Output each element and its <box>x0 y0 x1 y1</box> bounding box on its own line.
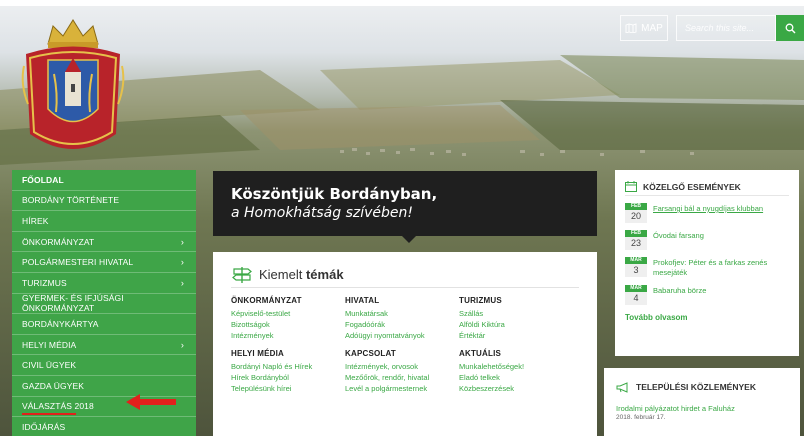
search-button[interactable] <box>776 15 804 41</box>
events-title: KÖZELGŐ ESEMÉNYEK <box>643 181 741 192</box>
topic-link[interactable]: Közbeszerzések <box>459 383 579 394</box>
event-date: MÁR 3 <box>625 257 647 278</box>
nav-item-civil-ugyek[interactable]: CIVIL ÜGYEK <box>12 355 196 376</box>
chevron-right-icon: › <box>180 339 184 350</box>
nav-item-gyermek-ifjusagi[interactable]: GYERMEK- ÉS IFJÚSÁGI ÖNKORMÁNYZAT <box>12 293 196 315</box>
topic-link[interactable]: Munkalehetőségek! <box>459 361 579 372</box>
topic-link[interactable]: Hírek Bordányból <box>231 372 345 383</box>
chevron-right-icon: › <box>180 236 184 247</box>
banner-pointer <box>402 236 416 243</box>
nav-item-polgarmesteri-hivatal[interactable]: POLGÁRMESTERI HIVATAL › <box>12 252 196 273</box>
welcome-heading: Köszöntjük Bordányban, <box>231 185 438 203</box>
event-date: MÁR 4 <box>625 285 647 305</box>
nav-item-hirek[interactable]: HÍREK <box>12 211 196 232</box>
event-date: FEB 23 <box>625 230 647 250</box>
nav-item-idojaras[interactable]: IDŐJÁRÁS <box>12 417 196 436</box>
event-title-link[interactable]: Óvodai farsang <box>653 230 704 250</box>
event-date: FEB 20 <box>625 203 647 223</box>
welcome-subheading: a Homokhátság szívében! <box>231 205 413 221</box>
highlight-underline <box>22 413 76 416</box>
topic-category-title: AKTUÁLIS <box>459 349 502 358</box>
topic-column: ÖNKORMÁNYZAT Képviselő-testület Bizottsá… <box>231 296 345 341</box>
nav-item-bordanykartya[interactable]: BORDÁNYKÁRTYA <box>12 314 196 335</box>
topic-link[interactable]: Munkatársak <box>345 308 459 319</box>
topic-column: HIVATAL Munkatársak Fogadóórák Adóügyi n… <box>345 296 459 341</box>
topic-category-title: KAPCSOLAT <box>345 349 396 358</box>
events-header: KÖZELGŐ ESEMÉNYEK <box>625 178 789 196</box>
topic-link[interactable]: Bizottságok <box>231 319 345 330</box>
topic-link[interactable]: Eladó telkek <box>459 372 579 383</box>
topic-column: AKTUÁLIS Munkalehetőségek! Eladó telkek … <box>459 349 579 394</box>
nav-item-fooldal[interactable]: FŐOLDAL <box>12 170 196 191</box>
topic-link[interactable]: Értéktár <box>459 330 579 341</box>
upcoming-events-panel: KÖZELGŐ ESEMÉNYEK FEB 20 Farsangi bál a … <box>615 170 799 356</box>
topic-column: KAPCSOLAT Intézmények, orvosok Mezőőrök,… <box>345 349 459 394</box>
topic-link[interactable]: Levél a polgármesternek <box>345 383 459 394</box>
welcome-banner: Köszöntjük Bordányban, a Homokhátság szí… <box>213 171 597 236</box>
event-title-link[interactable]: Babaruha börze <box>653 285 706 305</box>
event-item[interactable]: MÁR 3 Prokofjev: Péter és a farkas zenés… <box>625 257 789 278</box>
topic-category-title: TURIZMUS <box>459 296 502 305</box>
featured-topics-header: Kiemelt témák <box>231 262 579 288</box>
topic-category-title: HIVATAL <box>345 296 380 305</box>
chevron-right-icon: › <box>180 257 184 268</box>
megaphone-icon <box>616 381 628 393</box>
featured-topics-panel: Kiemelt témák ÖNKORMÁNYZAT Képviselő-tes… <box>213 252 597 436</box>
coat-of-arms-logo[interactable] <box>18 14 128 162</box>
topic-link[interactable]: Adóügyi nyomtatványok <box>345 330 459 341</box>
topic-link[interactable]: Bordányi Napló és Hírek <box>231 361 345 372</box>
event-title-link[interactable]: Farsangi bál a nyugdíjas klubban <box>653 203 763 223</box>
topic-link[interactable]: Mezőőrök, rendőr, hivatal <box>345 372 459 383</box>
map-label: MAP <box>641 22 663 34</box>
topic-link[interactable]: Képviselő-testület <box>231 308 345 319</box>
notice-date: 2018. február 17. <box>616 414 666 421</box>
notices-title: TELEPÜLÉSI KÖZLEMÉNYEK <box>636 382 756 392</box>
topic-link[interactable]: Intézmények, orvosok <box>345 361 459 372</box>
nav-item-bordany-tortenete[interactable]: BORDÁNY TÖRTÉNETE <box>12 191 196 212</box>
topics-grid: ÖNKORMÁNYZAT Képviselő-testület Bizottsá… <box>231 296 579 394</box>
red-arrow-annotation <box>126 394 176 410</box>
calendar-icon <box>625 181 637 192</box>
read-more-link[interactable]: Tovább olvasom <box>625 313 789 322</box>
search-icon <box>785 23 795 33</box>
event-item[interactable]: FEB 20 Farsangi bál a nyugdíjas klubban <box>625 203 789 223</box>
nav-item-turizmus[interactable]: TURIZMUS › <box>12 273 196 294</box>
featured-topics-title: Kiemelt témák <box>259 267 344 282</box>
topic-category-title: HELYI MÉDIA <box>231 349 285 358</box>
search-input[interactable] <box>676 15 776 41</box>
notices-panel: TELEPÜLÉSI KÖZLEMÉNYEK Irodalmi pályázat… <box>604 368 800 436</box>
nav-item-onkormanyzat[interactable]: ÖNKORMÁNYZAT › <box>12 232 196 253</box>
chevron-right-icon: › <box>180 277 184 288</box>
topic-link[interactable]: Intézmények <box>231 330 345 341</box>
event-item[interactable]: MÁR 4 Babaruha börze <box>625 285 789 305</box>
signpost-icon <box>232 266 252 283</box>
topic-column: HELYI MÉDIA Bordányi Napló és Hírek Híre… <box>231 349 345 394</box>
notices-header: TELEPÜLÉSI KÖZLEMÉNYEK <box>616 378 788 396</box>
nav-item-helyi-media[interactable]: HELYI MÉDIA › <box>12 335 196 356</box>
map-button[interactable]: MAP <box>620 15 668 41</box>
topic-link[interactable]: Szállás <box>459 308 579 319</box>
notice-link[interactable]: Irodalmi pályázatot hirdet a Faluház <box>616 404 788 414</box>
topic-link[interactable]: Településünk hírei <box>231 383 345 394</box>
top-strip <box>0 0 804 6</box>
event-item[interactable]: FEB 23 Óvodai farsang <box>625 230 789 250</box>
topic-category-title: ÖNKORMÁNYZAT <box>231 296 302 305</box>
topic-link[interactable]: Alföldi Kiktúra <box>459 319 579 330</box>
topic-link[interactable]: Fogadóórák <box>345 319 459 330</box>
map-icon <box>625 23 637 33</box>
topic-column: TURIZMUS Szállás Alföldi Kiktúra Értéktá… <box>459 296 579 341</box>
event-title-link[interactable]: Prokofjev: Péter és a farkas zenés mesej… <box>653 257 789 278</box>
